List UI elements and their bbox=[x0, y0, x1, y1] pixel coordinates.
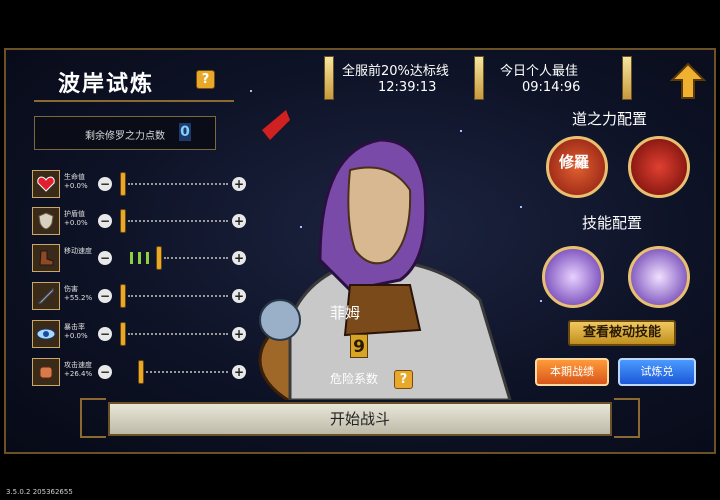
shura-rune-icon[interactable]: 修羅 bbox=[546, 136, 608, 198]
stat-value: +0.0% bbox=[64, 219, 88, 227]
plus-button[interactable]: + bbox=[232, 214, 246, 228]
minus-button[interactable]: − bbox=[98, 365, 112, 379]
red-portrait-icon[interactable] bbox=[628, 136, 690, 198]
sword-icon bbox=[32, 282, 60, 310]
stat-value: +55.2% bbox=[64, 294, 93, 302]
slider-handle[interactable] bbox=[120, 209, 126, 233]
version-text: 3.5.0.2 205362655 bbox=[6, 488, 73, 496]
fist-icon bbox=[32, 358, 60, 386]
skill-section-title: 技能配置 bbox=[582, 214, 643, 232]
purple-vortex-skill-icon[interactable] bbox=[628, 246, 690, 308]
slider-track[interactable] bbox=[164, 257, 228, 261]
star-decoration bbox=[250, 90, 252, 92]
minus-button[interactable]: − bbox=[98, 251, 112, 265]
stat-row-shield: 护盾值 +0.0% − + bbox=[32, 207, 250, 237]
server-line-time: 12:39:13 bbox=[378, 80, 437, 95]
minus-button[interactable]: − bbox=[98, 289, 112, 303]
season-battle-button[interactable]: 本期战绩 bbox=[535, 358, 609, 386]
star-decoration bbox=[540, 300, 542, 302]
purple-slash-skill-icon[interactable] bbox=[542, 246, 604, 308]
shield-icon bbox=[32, 207, 60, 235]
dao-slot-glyph: 修羅 bbox=[559, 153, 590, 171]
minus-button[interactable]: − bbox=[98, 177, 112, 191]
stat-row-damage: 伤害 +55.2% − + bbox=[32, 282, 250, 312]
server-line-label: 全服前20%达标线 bbox=[342, 64, 449, 79]
slider-handle[interactable] bbox=[138, 360, 144, 384]
page-title: 波岸试炼 bbox=[58, 72, 155, 97]
personal-best-time: 09:14:96 bbox=[522, 80, 581, 95]
stat-value: +26.4% bbox=[64, 370, 93, 378]
slider-handle[interactable] bbox=[156, 246, 162, 270]
stat-name: 护盾值 bbox=[64, 210, 85, 218]
back-arrow-icon[interactable] bbox=[669, 62, 707, 100]
frame-decoration bbox=[80, 398, 106, 438]
stat-name: 伤害 bbox=[64, 285, 78, 293]
boot-icon bbox=[32, 244, 60, 272]
stat-name: 攻击速度 bbox=[64, 361, 92, 369]
slider-handle[interactable] bbox=[120, 322, 126, 346]
hero-level: 9 bbox=[350, 334, 368, 358]
slider-handle[interactable] bbox=[120, 172, 126, 196]
plus-button[interactable]: + bbox=[232, 327, 246, 341]
danger-label: 危险系数 bbox=[330, 372, 379, 386]
torch-decoration bbox=[474, 56, 484, 100]
stat-row-attack-speed: 攻击速度 +26.4% − + bbox=[32, 358, 250, 388]
points-label: 剩余修罗之力点数 bbox=[85, 131, 165, 142]
personal-best-label: 今日个人最佳 bbox=[500, 64, 579, 79]
minus-button[interactable]: − bbox=[98, 214, 112, 228]
title-divider bbox=[34, 100, 234, 102]
slider-handle[interactable] bbox=[120, 284, 126, 308]
torch-decoration bbox=[622, 56, 632, 100]
danger-help-icon[interactable]: ? bbox=[394, 370, 413, 389]
slider-track[interactable] bbox=[128, 295, 228, 299]
level-tick bbox=[138, 252, 141, 264]
stat-row-speed: 移动速度 − + bbox=[32, 244, 250, 274]
slider-track[interactable] bbox=[128, 220, 228, 224]
slider-track[interactable] bbox=[128, 183, 228, 187]
torch-decoration bbox=[324, 56, 334, 100]
plus-button[interactable]: + bbox=[232, 365, 246, 379]
stat-name: 暴击率 bbox=[64, 323, 85, 331]
plus-button[interactable]: + bbox=[232, 289, 246, 303]
start-battle-button[interactable]: 开始战斗 bbox=[108, 402, 612, 436]
hero-portrait bbox=[250, 110, 540, 422]
stat-value: +0.0% bbox=[64, 182, 88, 190]
trial-exchange-button[interactable]: 试炼兑 bbox=[618, 358, 696, 386]
slider-track[interactable] bbox=[128, 333, 228, 337]
minus-button[interactable]: − bbox=[98, 327, 112, 341]
stat-name: 移动速度 bbox=[64, 247, 92, 255]
stat-row-hp: 生命值 +0.0% − + bbox=[32, 170, 250, 200]
stat-row-crit: 暴击率 +0.0% − + bbox=[32, 320, 250, 350]
level-tick bbox=[130, 252, 133, 264]
plus-button[interactable]: + bbox=[232, 177, 246, 191]
frame-decoration bbox=[614, 398, 640, 438]
eye-icon bbox=[32, 320, 60, 348]
view-passive-skills-button[interactable]: 查看被动技能 bbox=[568, 320, 676, 346]
hero-name: 菲姆 bbox=[330, 304, 361, 322]
stat-name: 生命值 bbox=[64, 173, 85, 181]
level-tick bbox=[146, 252, 149, 264]
points-box: 剩余修罗之力点数 0 bbox=[34, 116, 216, 150]
heart-icon bbox=[32, 170, 60, 198]
dao-section-title: 道之力配置 bbox=[572, 110, 648, 128]
slider-track[interactable] bbox=[146, 371, 228, 375]
help-icon[interactable]: ? bbox=[196, 70, 215, 89]
stat-value: +0.0% bbox=[64, 332, 88, 340]
plus-button[interactable]: + bbox=[232, 251, 246, 265]
points-value: 0 bbox=[179, 123, 191, 141]
